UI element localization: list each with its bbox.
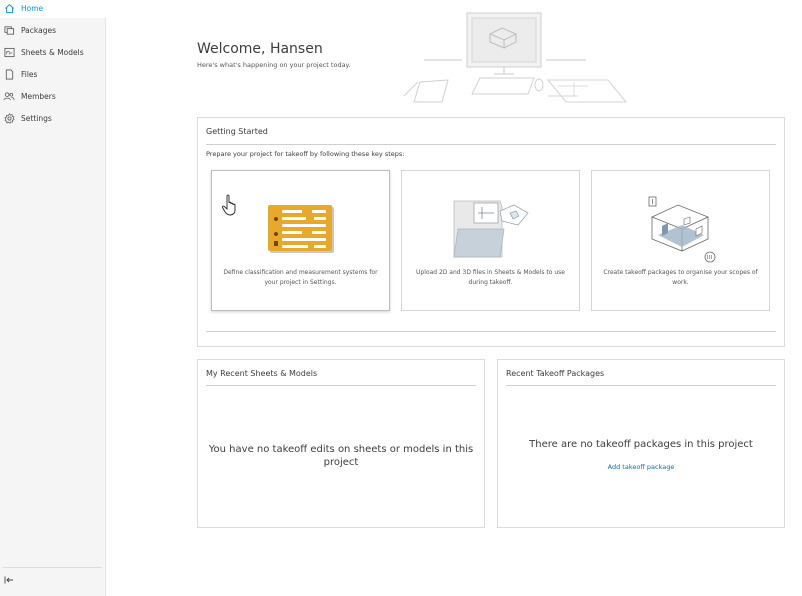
workspace-illustration [403,12,628,103]
empty-state-message: There are no takeoff packages in this pr… [529,439,753,450]
sidebar-item-settings[interactable]: Settings [0,108,106,128]
empty-state-message: You have no takeoff edits on sheets or m… [208,444,474,468]
getting-started-panel: Getting Started Prepare your project for… [197,117,785,347]
sheets-icon [3,46,15,58]
sidebar-item-members[interactable]: Members [0,86,106,106]
add-takeoff-package-link[interactable]: Add takeoff package [498,463,784,471]
getting-started-title: Getting Started [206,127,268,136]
collapse-sidebar-icon [4,569,14,588]
members-icon [3,90,15,102]
step-description: Define classification and measurement sy… [223,269,378,286]
divider [206,331,776,332]
packages-icon [3,24,15,36]
sidebar-item-label: Home [21,3,44,13]
sidebar-item-label: Sheets & Models [21,47,84,57]
recent-sheets-panel: My Recent Sheets & Models You have no ta… [197,359,485,528]
sidebar-item-label: Files [21,69,38,79]
sidebar-item-label: Packages [21,25,56,35]
sidebar-item-sheets-models[interactable]: Sheets & Models [0,42,106,62]
sidebar-item-home[interactable]: Home [0,0,106,18]
takeoff-packages-illustration [648,196,716,263]
upload-files-illustration [453,200,529,258]
collapse-sidebar-button[interactable] [3,572,15,584]
sidebar-item-packages[interactable]: Packages [0,20,106,40]
divider [506,385,776,386]
page-subtitle: Here's what's happening on your project … [197,61,351,69]
step-card-settings[interactable]: Define classification and measurement sy… [211,170,390,311]
file-icon [3,68,15,80]
hand-cursor-icon [221,194,236,216]
gear-icon [3,112,15,124]
divider [206,385,476,386]
step-card-upload[interactable]: Upload 2D and 3D files in Sheets & Model… [401,170,580,311]
sidebar-item-files[interactable]: Files [0,64,106,84]
getting-started-description: Prepare your project for takeoff by foll… [206,150,405,158]
recent-packages-panel: Recent Takeoff Packages There are no tak… [497,359,785,528]
sidebar-item-label: Settings [21,113,52,123]
step-description: Create takeoff packages to organise your… [603,269,758,286]
page-title: Welcome, Hansen [197,41,323,57]
recent-packages-title: Recent Takeoff Packages [506,369,605,378]
settings-illustration [268,205,334,253]
step-description: Upload 2D and 3D files in Sheets & Model… [416,269,565,286]
sidebar-item-label: Members [21,91,56,101]
step-card-packages[interactable]: Create takeoff packages to organise your… [591,170,770,311]
home-icon [3,2,15,14]
divider [206,144,776,145]
sidebar-divider [3,567,102,568]
sidebar: Home Packages Sheets & Models Files Memb… [0,0,106,596]
recent-sheets-title: My Recent Sheets & Models [206,369,318,378]
